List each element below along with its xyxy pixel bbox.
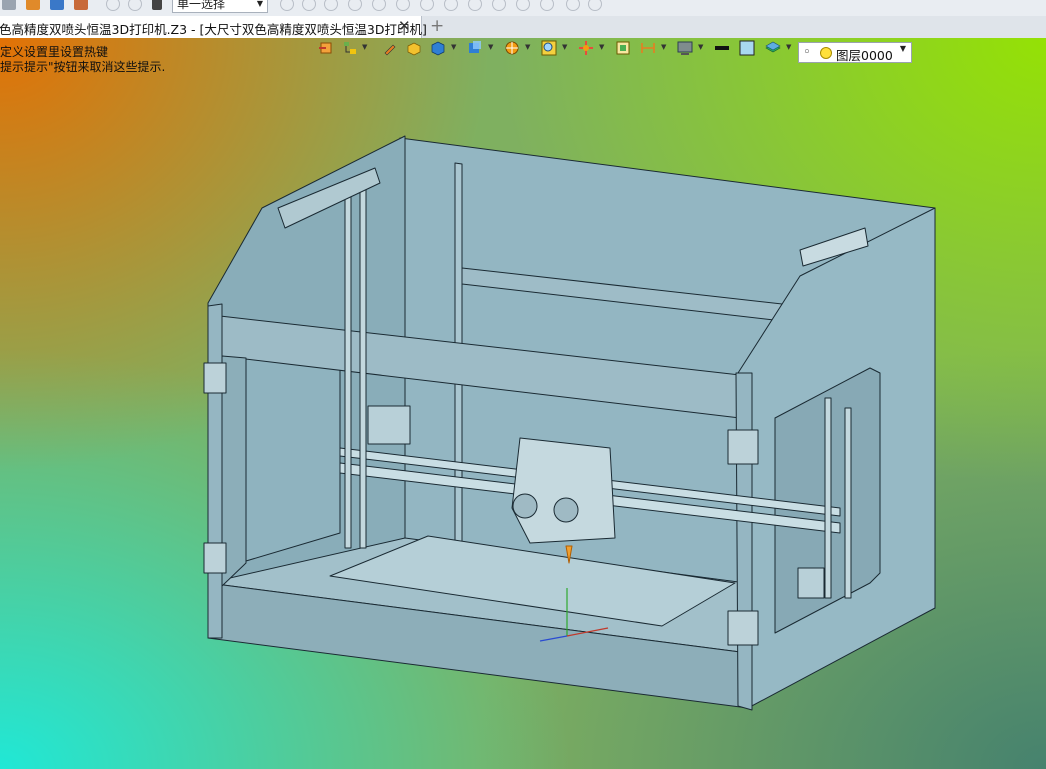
settings-icon[interactable] xyxy=(588,0,602,11)
pick-icon[interactable] xyxy=(280,0,294,11)
close-icon[interactable]: ✕ xyxy=(398,17,411,35)
split-icon[interactable] xyxy=(516,0,530,11)
z-rod-left-1 xyxy=(344,182,352,549)
list-icon[interactable] xyxy=(2,0,16,10)
curve-icon[interactable] xyxy=(396,0,410,11)
rotate-icon[interactable] xyxy=(444,0,458,11)
document-tab-title: 色高精度双喷头恒温3D打印机.Z3 - [大尺寸双色高精度双喷头恒温3D打印机] xyxy=(0,22,427,37)
z-rod-right-2 xyxy=(844,407,852,599)
hotend-fan-left xyxy=(512,493,538,519)
arrow-icon[interactable] xyxy=(540,0,554,11)
selection-mode-value: 单一选择 xyxy=(177,0,226,11)
hinge-right-bottom[interactable] xyxy=(727,610,759,646)
front-right-post xyxy=(735,372,753,711)
pin-icon[interactable] xyxy=(128,0,142,11)
angle-icon[interactable] xyxy=(492,0,506,11)
import-icon[interactable] xyxy=(26,0,40,10)
stepper-motor-left xyxy=(367,405,411,445)
target-icon[interactable] xyxy=(420,0,434,11)
hinge-right-top[interactable] xyxy=(727,429,759,465)
chevron-down-icon: ▼ xyxy=(256,0,263,8)
gear-icon[interactable] xyxy=(566,0,580,11)
pick-point-icon[interactable] xyxy=(324,0,338,11)
vertex-icon[interactable] xyxy=(468,0,482,11)
hinge-left-bottom[interactable] xyxy=(203,542,227,574)
print-head-carriage xyxy=(511,437,616,544)
add-tab-button[interactable]: + xyxy=(430,16,444,36)
selection-mode-select[interactable]: 单一选择 ▼ xyxy=(172,0,268,13)
line-icon[interactable] xyxy=(372,0,386,11)
history-icon[interactable] xyxy=(106,0,120,11)
hinge-left-top[interactable] xyxy=(203,362,227,394)
hotend-fan-right xyxy=(553,497,579,523)
z-rod-right-1 xyxy=(824,397,832,599)
z-rod-left-2 xyxy=(359,187,367,549)
3d-printer-model[interactable] xyxy=(0,38,1046,769)
front-left-post xyxy=(207,303,223,639)
stepper-motor-right xyxy=(797,567,825,599)
pick-filter-icon[interactable] xyxy=(302,0,316,11)
quick-access-toolbar: 单一选择 ▼ xyxy=(0,0,1046,17)
document-tab[interactable]: 色高精度双喷头恒温3D打印机.Z3 - [大尺寸双色高精度双喷头恒温3D打印机]… xyxy=(0,16,427,38)
3d-viewport[interactable]: 定义设置里设置热键 提示提示"按钮来取消这些提示. ▼ ▼ ▼ ▼ ▼ ▼ ▼ … xyxy=(0,38,1046,769)
snap-icon[interactable] xyxy=(348,0,362,11)
export-icon[interactable] xyxy=(74,0,88,10)
filter-icon[interactable] xyxy=(152,0,162,10)
document-tab-bar: 色高精度双喷头恒温3D打印机.Z3 - [大尺寸双色高精度双喷头恒温3D打印机]… xyxy=(0,16,1046,39)
save-icon[interactable] xyxy=(50,0,64,10)
